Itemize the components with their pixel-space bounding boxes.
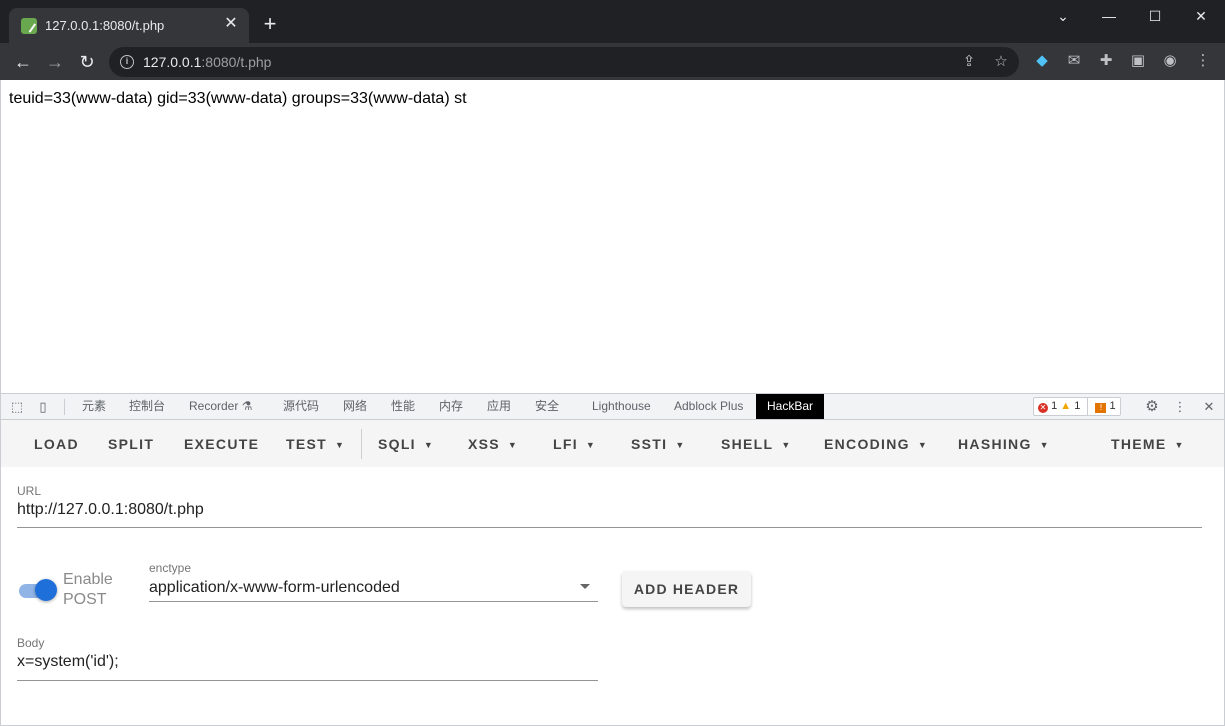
star-icon[interactable]: ☆ — [991, 52, 1011, 72]
minimize-button[interactable]: — — [1099, 6, 1119, 26]
enctype-label: enctype — [149, 561, 192, 575]
chevron-down-icon: ▼ — [423, 440, 433, 450]
enable-post-switch-thumb[interactable] — [35, 579, 57, 601]
test-menu-button[interactable]: TEST ▼ — [286, 434, 344, 454]
gem-extension-icon[interactable]: ◆ — [1031, 50, 1053, 72]
devtools-tab-security[interactable]: 安全 — [527, 394, 567, 419]
title-bar: 127.0.0.1:8080/t.php ✕ + ⌄ — ☐ ✕ — [0, 0, 1225, 43]
devtools-tab-network[interactable]: 网络 — [335, 394, 375, 419]
load-button[interactable]: LOAD — [34, 434, 79, 454]
issue-count: 1 — [1109, 400, 1116, 412]
reload-icon[interactable]: ↻ — [75, 50, 99, 74]
chevron-down-icon: ▼ — [334, 440, 344, 450]
chevron-down-icon: ▼ — [1039, 440, 1049, 450]
devtools-tab-performance[interactable]: 性能 — [383, 394, 423, 419]
sqli-menu-button[interactable]: SQLI ▼ — [378, 434, 433, 454]
url-text[interactable]: 127.0.0.1:8080/t.php — [143, 54, 271, 70]
gear-icon[interactable]: ⚙ — [1143, 398, 1161, 416]
device-toolbar-icon[interactable]: ▯ — [34, 398, 52, 416]
body-label: Body — [17, 636, 45, 650]
enctype-select[interactable]: application/x-www-form-urlencoded — [149, 579, 400, 597]
hackbar-form: URL http://127.0.0.1:8080/t.php Enable PO… — [0, 467, 1225, 726]
puzzle-icon[interactable]: ✚ — [1095, 50, 1117, 72]
issues-counter[interactable]: ✕ 1 ▲ 1 ! 1 — [1033, 397, 1121, 416]
warning-count: 1 — [1074, 400, 1081, 412]
window-border — [0, 80, 1, 726]
devtools-tab-console[interactable]: 控制台 — [121, 394, 173, 419]
profile-icon[interactable]: ◉ — [1159, 50, 1181, 72]
xss-menu-button[interactable]: XSS ▼ — [468, 434, 517, 454]
chevron-down-icon: ▼ — [917, 440, 927, 450]
new-tab-button[interactable]: + — [260, 13, 280, 35]
devtools-tab-sources[interactable]: 源代码 — [275, 394, 327, 419]
devtools-tab-elements[interactable]: 元素 — [74, 394, 114, 419]
add-header-button[interactable]: ADD HEADER — [622, 571, 751, 607]
info-icon[interactable]: i — [120, 55, 134, 69]
devtools-tab-lighthouse[interactable]: Lighthouse — [584, 394, 659, 419]
hashing-menu-button[interactable]: HASHING ▼ — [958, 434, 1049, 454]
chevron-down-icon: ▼ — [1174, 440, 1184, 450]
body-input[interactable]: x=system('id'); — [17, 653, 119, 671]
mail-extension-icon[interactable]: ✉ — [1063, 50, 1085, 72]
execute-button[interactable]: EXECUTE — [184, 434, 259, 454]
browser-window: 127.0.0.1:8080/t.php ✕ + ⌄ — ☐ ✕ ← → ↻ i… — [0, 0, 1225, 726]
share-icon[interactable]: ⇪ — [959, 52, 979, 72]
lfi-menu-button[interactable]: LFI ▼ — [553, 434, 595, 454]
close-tab-icon[interactable]: ✕ — [222, 15, 240, 33]
maximize-button[interactable]: ☐ — [1145, 6, 1165, 26]
back-icon[interactable]: ← — [11, 50, 35, 74]
enctype-underline — [149, 601, 598, 602]
split-button[interactable]: SPLIT — [108, 434, 154, 454]
address-bar[interactable]: i 127.0.0.1:8080/t.php ⇪ ☆ — [109, 47, 1019, 77]
more-options-icon[interactable]: ⋮ — [1171, 398, 1189, 416]
theme-menu-button[interactable]: THEME ▼ — [1111, 434, 1183, 454]
chevron-down-icon: ▼ — [585, 440, 595, 450]
hackbar-menu: LOAD SPLIT EXECUTE TEST ▼ SQLI ▼ XSS ▼ LFI ▼… — [0, 420, 1225, 467]
ssti-menu-button[interactable]: SSTI ▼ — [631, 434, 684, 454]
favicon-icon — [21, 18, 37, 34]
enable-post-label: Enable POST — [63, 571, 113, 608]
shell-menu-button[interactable]: SHELL ▼ — [721, 434, 790, 454]
divider — [64, 399, 65, 415]
url-label: URL — [17, 484, 42, 498]
issue-icon: ! — [1095, 403, 1107, 413]
warning-icon: ▲ — [1060, 400, 1072, 412]
error-icon: ✕ — [1038, 403, 1048, 413]
url-input[interactable]: http://127.0.0.1:8080/t.php — [17, 501, 204, 519]
menu-icon[interactable]: ⋮ — [1192, 50, 1214, 72]
close-window-button[interactable]: ✕ — [1191, 6, 1211, 26]
body-input-underline — [17, 680, 598, 681]
divider — [1087, 398, 1089, 415]
forward-icon[interactable]: → — [43, 50, 67, 74]
chevron-down-icon: ▼ — [675, 440, 685, 450]
devtools-tab-memory[interactable]: 内存 — [431, 394, 471, 419]
command-output: teuid=33(www-data) gid=33(www-data) grou… — [9, 90, 467, 107]
page-content: teuid=33(www-data) gid=33(www-data) grou… — [0, 80, 1225, 393]
inspect-element-icon[interactable]: ⬚ — [8, 398, 26, 416]
sidepanel-icon[interactable]: ▣ — [1127, 50, 1149, 72]
devtools-tab-hackbar[interactable]: HackBar — [756, 394, 825, 419]
divider — [361, 429, 362, 459]
browser-toolbar: ← → ↻ i 127.0.0.1:8080/t.php ⇪ ☆ ◆ ✉ ✚ ▣… — [0, 43, 1225, 80]
devtools-tab-application[interactable]: 应用 — [479, 394, 519, 419]
devtools-tab-adblock-plus[interactable]: Adblock Plus — [666, 394, 751, 419]
dropdown-arrow-icon[interactable] — [580, 584, 590, 589]
url-input-underline — [17, 527, 1202, 528]
chevron-down-icon: ▼ — [781, 440, 791, 450]
tab-title: 127.0.0.1:8080/t.php — [45, 18, 165, 33]
encoding-menu-button[interactable]: ENCODING ▼ — [824, 434, 927, 454]
devtools-tab-recorder[interactable]: Recorder ⚗ — [181, 394, 260, 419]
tab-search-icon[interactable]: ⌄ — [1053, 6, 1073, 26]
devtools-tab-strip: ⬚ ▯ 元素 控制台 Recorder ⚗ 源代码 网络 性能 内存 应用 安全… — [0, 393, 1225, 420]
close-devtools-icon[interactable]: ✕ — [1200, 398, 1218, 416]
chevron-down-icon: ▼ — [507, 440, 517, 450]
error-count: 1 — [1051, 400, 1058, 412]
browser-tab[interactable]: 127.0.0.1:8080/t.php ✕ — [9, 8, 249, 43]
